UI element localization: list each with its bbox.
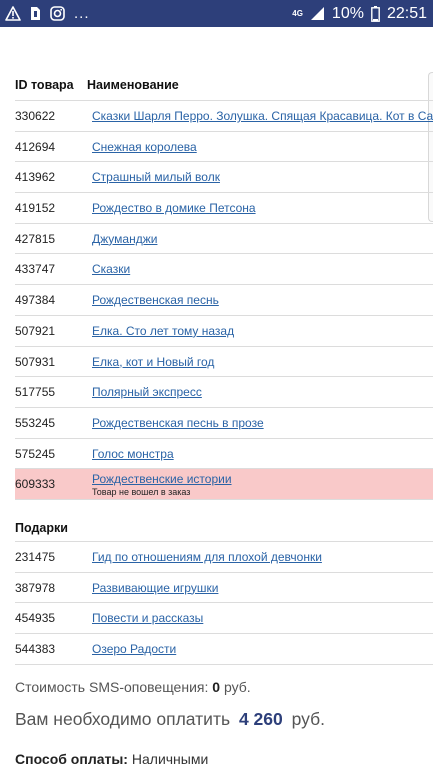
gift-link[interactable]: Озеро Радости (92, 642, 176, 656)
battery-percent: 10% (331, 4, 364, 22)
product-id: 427815 (15, 231, 56, 246)
table-row: 412694 Снежная королева (15, 132, 433, 163)
table-row-unavailable: 609333 Рождественские истории Товар не в… (15, 469, 433, 500)
not-included-note: Товар не вошел в заказ (92, 487, 191, 498)
sms-cost-unit: руб. (223, 679, 251, 695)
instagram-icon (50, 6, 65, 21)
table-row: 497384 Рождественская песнь (15, 285, 433, 316)
table-row: 507921 Елка. Сто лет тому назад (15, 316, 433, 347)
table-row: 419152 Рождество в домике Петсона (15, 193, 433, 224)
gift-link[interactable]: Гид по отношениям для плохой девчонки (92, 550, 322, 564)
table-row: 575245 Голос монстра (15, 439, 433, 470)
product-id: 609333 (15, 477, 56, 492)
warning-icon (5, 6, 21, 21)
product-id: 330622 (15, 109, 56, 123)
gift-row: 544383 Озеро Радости (15, 634, 433, 665)
product-id: 412694 (15, 139, 56, 154)
product-link[interactable]: Голос монстра (92, 447, 174, 461)
table-row: 507931 Елка, кот и Новый год (15, 347, 433, 378)
table-header: ID товара Наименование (15, 70, 433, 101)
product-link[interactable]: Рождество в домике Петсона (92, 201, 256, 215)
payment-unit: руб. (291, 709, 325, 729)
payment-label: Вам необходимо оплатить (15, 709, 231, 729)
more-notifications-indicator: ... (74, 5, 90, 22)
product-link[interactable]: Рождественская песнь (92, 293, 219, 307)
clock: 22:51 (386, 4, 427, 22)
table-row: 330622 Сказки Шарля Перро. Золушка. Спяща… (15, 101, 433, 132)
sim-card-icon (31, 7, 40, 20)
table-row: 413962 Страшный милый волк (15, 162, 433, 194)
sms-cost-label: Стоимость SMS-оповещения: (15, 679, 209, 695)
table-row: 517755 Полярный экспресс (15, 377, 433, 408)
gifts-title: Подарки (15, 520, 68, 535)
product-link[interactable]: Джуманджи (92, 232, 157, 246)
product-id: 517755 (15, 385, 56, 400)
product-id: 497384 (15, 293, 56, 308)
gift-row: 231475 Гид по отношениям для плохой девчо… (15, 542, 433, 573)
payment-amount: 4 260 (238, 709, 283, 729)
status-bar-system: 4G 10% 22:51 (292, 4, 427, 23)
product-id: 454935 (15, 611, 56, 626)
product-id: 419152 (15, 201, 56, 216)
product-id: 553245 (15, 415, 56, 430)
gift-link[interactable]: Повести и рассказы (92, 611, 203, 625)
gift-row: 454935 Повести и рассказы (15, 603, 433, 634)
product-link[interactable]: Елка. Сто лет тому назад (92, 324, 234, 338)
table-row: 427815 Джуманджи (15, 224, 433, 255)
product-id: 507921 (15, 323, 56, 338)
product-id: 231475 (15, 549, 56, 564)
product-id: 433747 (15, 262, 56, 277)
sms-cost: Стоимость SMS-оповещения: 0 руб. (15, 679, 251, 695)
network-type-label: 4G (292, 8, 303, 18)
order-items-table: ID товара Наименование 330622 Сказки Шарл… (15, 70, 433, 665)
table-row: 433747 Сказки (15, 254, 433, 286)
gift-row: 387978 Развивающие игрушки (15, 573, 433, 604)
product-link[interactable]: Елка, кот и Новый год (92, 355, 214, 369)
sms-cost-value: 0 (212, 679, 221, 695)
column-header-name: Наименование (87, 78, 179, 92)
product-link[interactable]: Рождественские истории (92, 472, 232, 486)
product-id: 387978 (15, 580, 56, 595)
product-link[interactable]: Полярный экспресс (92, 385, 202, 399)
status-bar: ... 4G 10% 22:51 (0, 0, 433, 27)
product-id: 575245 (15, 446, 56, 461)
payment-method: Способ оплаты: Наличными (15, 751, 208, 767)
product-id: 507931 (15, 354, 56, 369)
product-link[interactable]: Сказки Шарля Перро. Золушка. Спящая Крас… (92, 109, 433, 123)
product-link[interactable]: Рождественская песнь в прозе (92, 416, 264, 430)
product-link[interactable]: Страшный милый волк (92, 170, 220, 184)
gift-link[interactable]: Развивающие игрушки (92, 581, 218, 595)
payment-method-value: Наличными (131, 751, 209, 767)
product-id: 413962 (15, 170, 56, 185)
signal-icon (310, 7, 324, 20)
product-link[interactable]: Снежная королева (92, 140, 197, 154)
product-link[interactable]: Сказки (92, 262, 130, 276)
gifts-section-title: Подарки (15, 511, 433, 542)
battery-icon (371, 5, 380, 22)
payment-total: Вам необходимо оплатить 4 260 руб. (15, 709, 325, 730)
payment-method-label: Способ оплаты: (15, 751, 128, 767)
product-id: 544383 (15, 642, 56, 656)
status-bar-notifications: ... (5, 4, 90, 23)
column-header-id: ID товара (15, 78, 74, 92)
table-row: 553245 Рождественская песнь в прозе (15, 408, 433, 439)
